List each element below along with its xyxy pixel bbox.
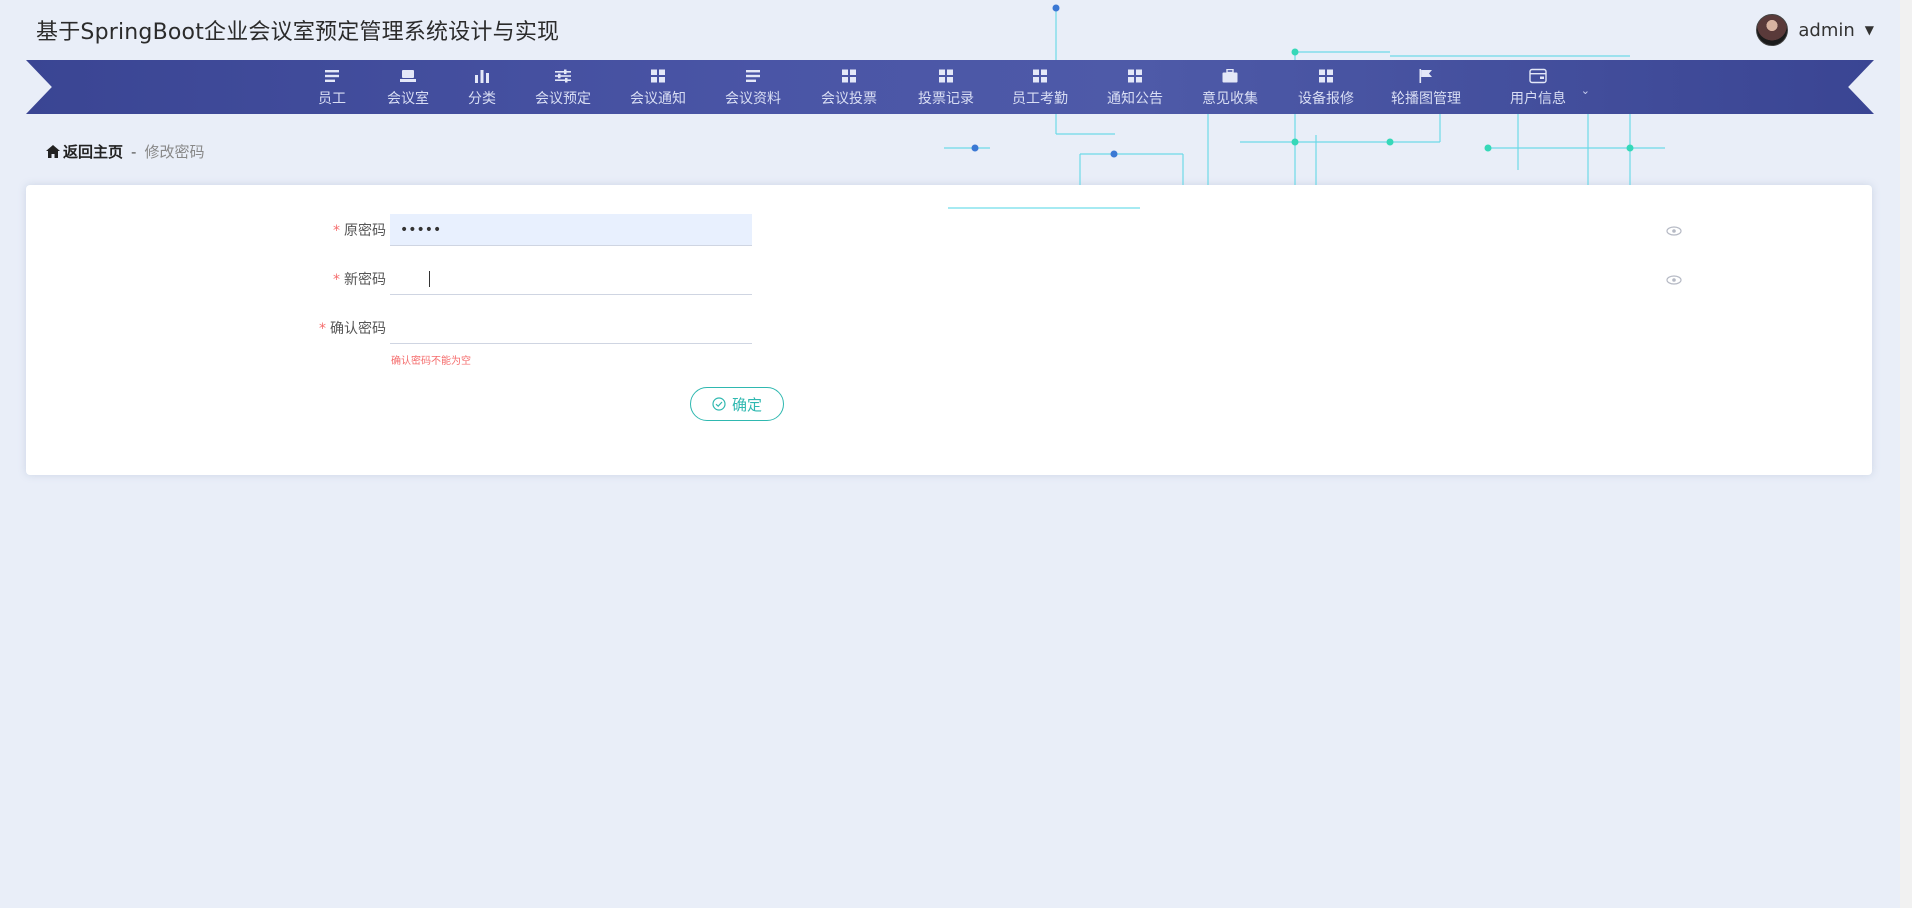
nav-item-8[interactable]: 投票记录: [918, 60, 974, 114]
nav-item-label: 设备报修: [1298, 90, 1354, 107]
nav-item-label: 投票记录: [918, 90, 974, 107]
nav-item-13[interactable]: 轮播图管理: [1391, 60, 1461, 114]
check-circle-icon: [712, 397, 726, 411]
grid-icon: [1127, 67, 1143, 85]
nav-item-3[interactable]: 分类: [468, 60, 496, 114]
site-title: 基于SpringBoot企业会议室预定管理系统设计与实现: [36, 20, 560, 45]
caret-down-icon[interactable]: ▼: [1865, 23, 1874, 37]
eye-icon[interactable]: [1666, 226, 1682, 236]
grid-icon: [1032, 67, 1048, 85]
confirm-button[interactable]: 确定: [690, 387, 784, 421]
avatar[interactable]: [1756, 14, 1789, 46]
header: 基于SpringBoot企业会议室预定管理系统设计与实现 admin ▼: [0, 0, 1912, 60]
eye-icon[interactable]: [1666, 275, 1682, 285]
nav-item-12[interactable]: 设备报修: [1298, 60, 1354, 114]
breadcrumb-separator: -: [131, 142, 137, 161]
list-icon: [745, 67, 761, 85]
chevron-down-icon[interactable]: ⌄: [1581, 84, 1590, 97]
old-password-label: * 原密码: [333, 223, 386, 239]
grid-icon: [1318, 67, 1334, 85]
text-caret: [429, 271, 430, 287]
nav-item-label: 通知公告: [1107, 90, 1163, 107]
grid-icon: [938, 67, 954, 85]
home-link-label[interactable]: 返回主页: [63, 141, 123, 162]
main-nav: 员工 会议室 分类 会议预定 会议通知 会议资料 会议投票 投票记录 员工考勤 通知公告 意见收集 设…: [26, 60, 1874, 114]
breadcrumb-current: 修改密码: [144, 143, 205, 161]
nav-item-label: 分类: [468, 90, 496, 107]
card-icon: [400, 67, 416, 85]
new-password-label: * 新密码: [333, 272, 386, 288]
nav-item-1[interactable]: 员工: [318, 60, 346, 114]
home-link[interactable]: 返回主页: [46, 141, 123, 162]
flag-icon: [1418, 67, 1434, 85]
new-password-input[interactable]: [390, 263, 752, 295]
nav-item-7[interactable]: 会议投票: [821, 60, 877, 114]
nav-item-label: 员工考勤: [1012, 90, 1068, 107]
nav-item-4[interactable]: 会议预定: [535, 60, 591, 114]
grid-icon: [650, 67, 666, 85]
username[interactable]: admin: [1798, 20, 1854, 41]
page-scrollbar[interactable]: [1900, 0, 1912, 908]
nav-item-label: 用户信息: [1510, 90, 1566, 107]
nav-item-2[interactable]: 会议室: [387, 60, 429, 114]
briefcase-icon: [1222, 67, 1238, 85]
nav-item-10[interactable]: 通知公告: [1107, 60, 1163, 114]
confirm-button-label[interactable]: 确定: [732, 394, 762, 415]
nav-item-5[interactable]: 会议通知: [630, 60, 686, 114]
wallet-icon: [1529, 67, 1547, 85]
nav-item-label: 轮播图管理: [1391, 90, 1461, 107]
list-icon: [324, 67, 340, 85]
confirm-password-label: * 确认密码: [319, 321, 386, 337]
grid-icon: [841, 67, 857, 85]
nav-item-label: 会议资料: [725, 90, 781, 107]
home-icon: [46, 145, 60, 158]
breadcrumb: 返回主页 - 修改密码: [46, 141, 204, 162]
nav-item-label: 会议预定: [535, 90, 591, 107]
nav-item-label: 员工: [318, 90, 346, 107]
bar-chart-icon: [474, 67, 490, 85]
nav-item-9[interactable]: 员工考勤: [1012, 60, 1068, 114]
nav-item-label: 会议投票: [821, 90, 877, 107]
confirm-password-error: 确认密码不能为空: [391, 356, 471, 367]
nav-item-14[interactable]: 用户信息 ⌄: [1510, 60, 1590, 114]
confirm-password-input[interactable]: [390, 312, 752, 344]
nav-item-6[interactable]: 会议资料: [725, 60, 781, 114]
sliders-icon: [555, 67, 571, 85]
nav-item-11[interactable]: 意见收集: [1202, 60, 1258, 114]
user-menu[interactable]: admin ▼: [1756, 14, 1874, 46]
old-password-input[interactable]: •••••: [390, 214, 752, 246]
password-form-card: * 原密码 ••••• * 新密码 * 确认密码 确认密码不能为空 确定: [26, 185, 1872, 475]
nav-item-label: 会议室: [387, 90, 429, 107]
nav-item-label: 会议通知: [630, 90, 686, 107]
nav-item-label: 意见收集: [1202, 90, 1258, 107]
